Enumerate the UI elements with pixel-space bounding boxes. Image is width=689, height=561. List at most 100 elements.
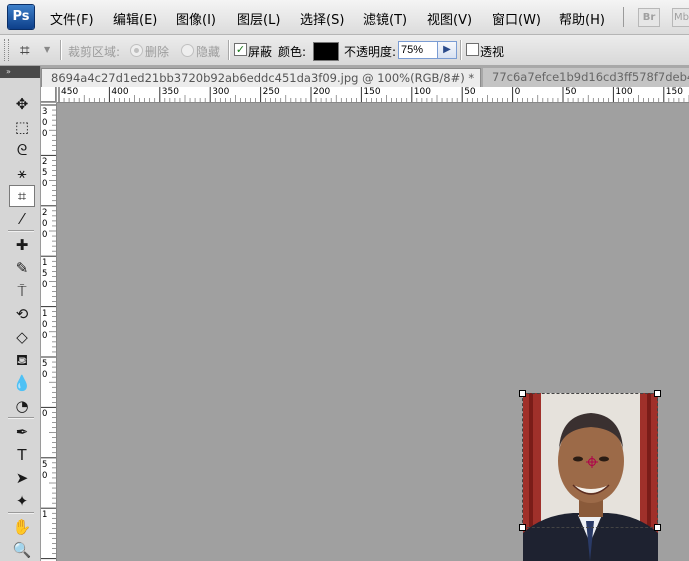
opacity-input[interactable] [398, 41, 438, 59]
perspective-checkbox[interactable] [466, 43, 479, 56]
crop-handle-top-right[interactable] [654, 390, 661, 397]
ruler-digit: 2 [42, 207, 48, 218]
toolbox-divider [8, 230, 34, 232]
ruler-digit: 5 [42, 359, 48, 369]
ruler-digit: 5 [42, 459, 48, 470]
document-tab-bar: 8694a4c27d1ed21bb3720b92ab6eddc451da3f09… [41, 66, 689, 87]
dodge-tool[interactable]: ◔ [9, 395, 35, 417]
healing-brush-tool[interactable]: ✚ [9, 234, 35, 256]
hand-tool[interactable]: ✋ [9, 516, 35, 538]
document-tab-title: 8694a4c27d1ed21bb3720b92ab6eddc451da3f09… [51, 71, 475, 85]
document-canvas[interactable] [57, 103, 689, 561]
pen-tool[interactable]: ✒ [9, 421, 35, 443]
menu-window[interactable]: 窗口(W) [492, 9, 541, 28]
ruler-tick-label: 100 [413, 87, 431, 97]
delete-label: 删除 [145, 45, 170, 59]
lasso-tool[interactable]: ᘓ [9, 139, 35, 161]
shield-checkbox[interactable]: ✓ [234, 43, 247, 56]
ruler-tick-label: 350 [161, 87, 179, 97]
menu-edit[interactable]: 编辑(E) [113, 9, 157, 28]
crop-handle-bottom-right[interactable] [654, 524, 661, 531]
type-tool[interactable]: T [9, 444, 35, 466]
ruler-digit: 1 [42, 258, 48, 269]
ruler-digit: 0 [42, 129, 48, 139]
options-bar-grip[interactable] [4, 39, 9, 61]
menu-divider [623, 7, 624, 27]
ruler-digit: 3 [42, 107, 48, 117]
ruler-digit: 0 [42, 330, 48, 341]
hide-radio[interactable] [181, 44, 194, 57]
ruler-tick-label: 450 [61, 87, 79, 97]
ruler-tick-label: 300 [212, 87, 230, 97]
color-label: 颜色: [278, 45, 307, 59]
paint-bucket-tool[interactable]: ⛾ [9, 349, 35, 371]
clone-stamp-tool[interactable]: ⍑ [9, 280, 35, 302]
tool-preset-picker[interactable]: ⌗ ▼ [14, 39, 54, 61]
document-tab-active[interactable]: 8694a4c27d1ed21bb3720b92ab6eddc451da3f09… [41, 68, 481, 87]
crop-icon: ⌗ [20, 41, 30, 61]
toolbox-collapse-button[interactable]: » [0, 66, 40, 78]
crop-handle-top-left[interactable] [519, 390, 526, 397]
path-selection-tool[interactable]: ➤ [9, 467, 35, 489]
menu-view[interactable]: 视图(V) [427, 9, 472, 28]
eyedropper-tool[interactable]: ⁄ [9, 208, 35, 230]
blur-tool[interactable]: 💧 [9, 372, 35, 394]
ruler-digit: 0 [42, 409, 48, 420]
ruler-digit: 0 [42, 218, 48, 229]
ruler-tick-label: 100 [615, 87, 633, 97]
ruler-tick-label: 0 [514, 87, 521, 97]
shield-label: 屏蔽 [248, 45, 273, 59]
ruler-tick-label: 400 [111, 87, 129, 97]
menu-layer[interactable]: 图层(L) [237, 9, 280, 28]
menu-filter[interactable]: 滤镜(T) [363, 9, 407, 28]
options-divider [60, 40, 62, 60]
opacity-label: 不透明度: [344, 45, 397, 59]
horizontal-ruler[interactable]: 450 400 350 300 250 200 150 100 50 0 50 100 150 [57, 87, 689, 103]
bridge-button[interactable]: Br [638, 8, 660, 27]
delete-radio[interactable] [130, 44, 143, 57]
marquee-tool[interactable]: ⬚ [9, 116, 35, 138]
zoom-tool[interactable]: 🔍 [9, 539, 35, 561]
options-bar: ⌗ ▼ 裁剪区域: 删除 隐藏 ✓ 屏蔽 颜色: 不透明度: ▶ 透视 [0, 35, 689, 66]
vertical-ruler[interactable]: 300250200150100500501 [41, 103, 57, 561]
ruler-origin[interactable] [41, 87, 56, 102]
menu-help[interactable]: 帮助(H) [559, 9, 605, 28]
toolbox-panel: » ✥ ⬚ ᘓ ⚹ ⌗ ⁄ ✚ ✎ ⍑ ⟲ ◇ ⛾ 💧 ◔ ✒ T ➤ ✦ ✋ 🔍 [0, 66, 41, 561]
ruler-tick-label: 50 [565, 87, 577, 97]
toolbox-divider [8, 512, 34, 514]
opacity-slider-button[interactable]: ▶ [437, 41, 457, 59]
photoshop-logo-icon[interactable]: Ps [8, 5, 34, 29]
ruler-digit: 0 [42, 118, 48, 128]
document-tab[interactable]: 77c6a7efce1b9d16cd3ff578f7deb48f [483, 68, 689, 87]
eraser-tool[interactable]: ◇ [9, 326, 35, 348]
menu-file[interactable]: 文件(F) [50, 9, 94, 28]
shape-tool[interactable]: ✦ [9, 490, 35, 512]
ruler-tick-label: 150 [665, 87, 683, 97]
shield-color-swatch[interactable] [313, 42, 339, 61]
crop-area-label: 裁剪区域: [68, 45, 121, 59]
ruler-digit: 0 [42, 470, 48, 481]
crop-tool[interactable]: ⌗ [9, 185, 35, 207]
move-tool[interactable]: ✥ [9, 93, 35, 115]
magic-wand-tool[interactable]: ⚹ [9, 162, 35, 184]
crop-center-point-icon[interactable] [586, 456, 598, 468]
ruler-tick-label: 250 [262, 87, 280, 97]
ruler-digit: 1 [42, 308, 48, 319]
brush-tool[interactable]: ✎ [9, 257, 35, 279]
menu-bar: Ps 文件(F) 编辑(E) 图像(I) 图层(L) 选择(S) 滤镜(T) 视… [0, 0, 689, 35]
ruler-tick-label: 200 [313, 87, 331, 97]
ruler-tick-label: 150 [363, 87, 381, 97]
menu-select[interactable]: 选择(S) [300, 9, 344, 28]
ruler-digit: 1 [42, 510, 48, 521]
toolbox-divider [8, 417, 34, 419]
ruler-digit: 5 [42, 168, 48, 179]
mini-bridge-button[interactable]: Mb [672, 8, 689, 27]
ruler-digit: 2 [42, 157, 48, 168]
hide-label: 隐藏 [196, 45, 221, 59]
ruler-digit: 0 [42, 179, 48, 190]
options-divider [228, 40, 230, 60]
history-brush-tool[interactable]: ⟲ [9, 303, 35, 325]
menu-image[interactable]: 图像(I) [176, 9, 216, 28]
crop-handle-bottom-left[interactable] [519, 524, 526, 531]
ruler-tick-label: 50 [464, 87, 476, 97]
